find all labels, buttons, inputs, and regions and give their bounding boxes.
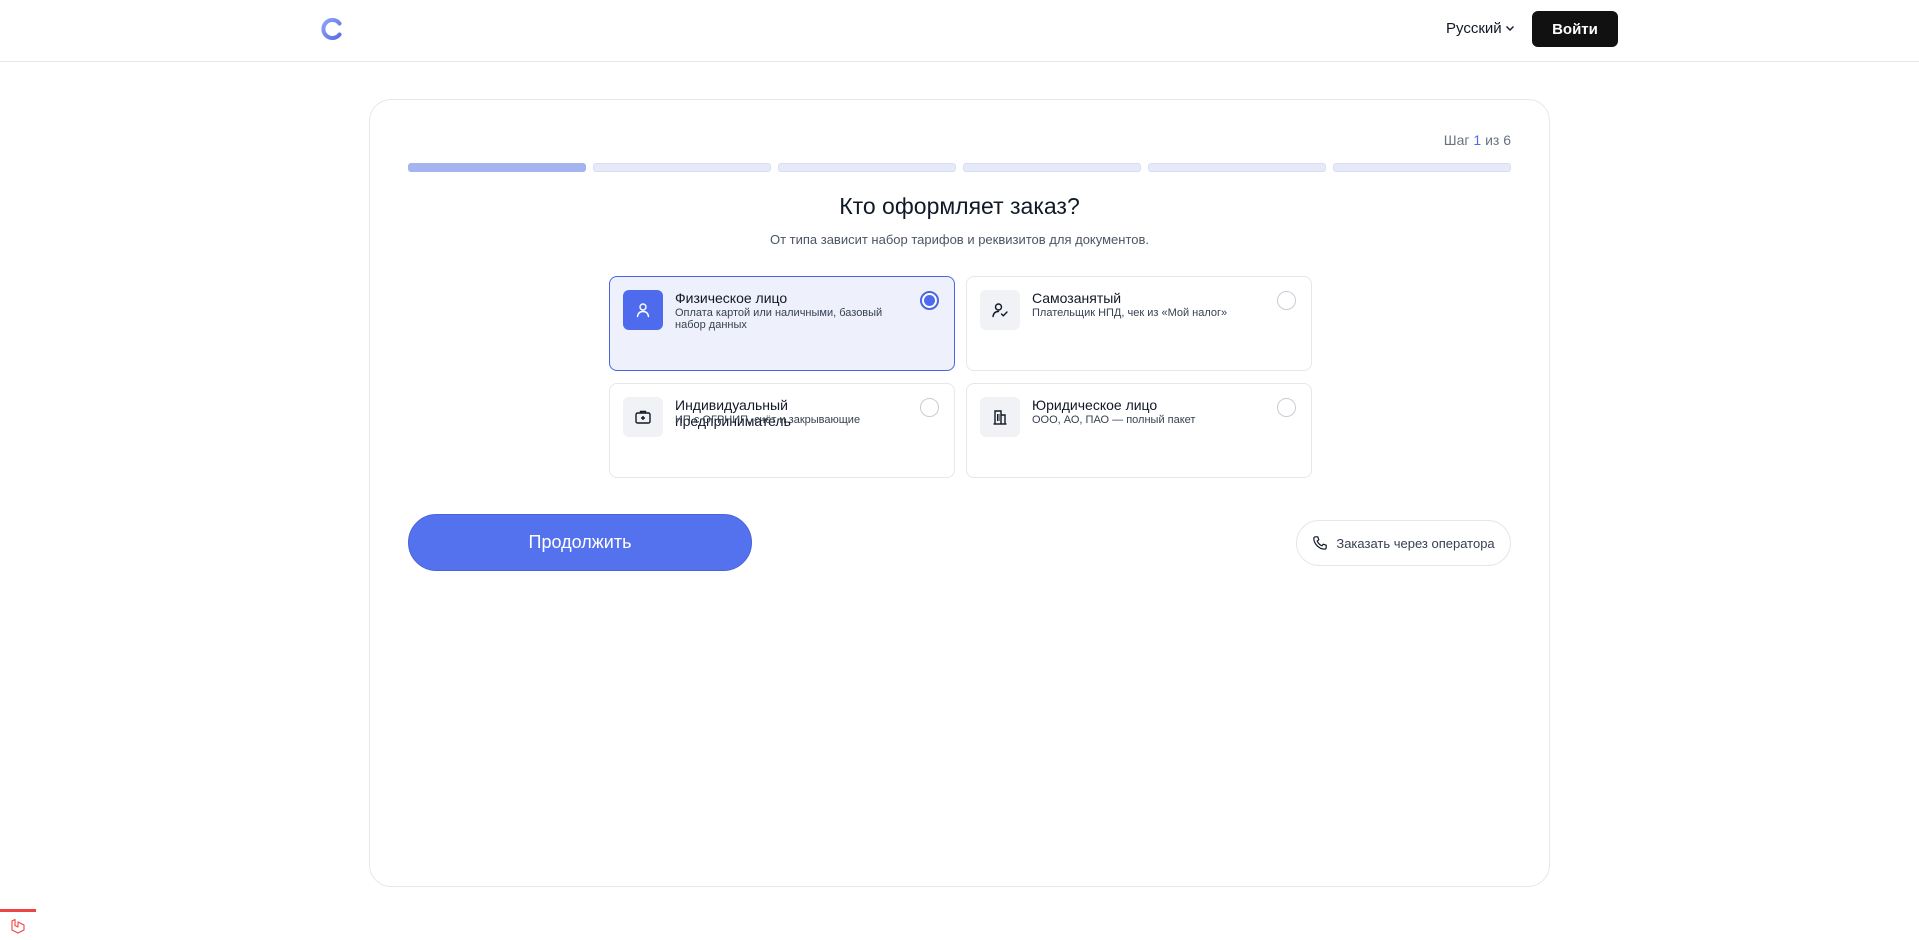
option-description: ИП с ОГРНИП, счёт и закрывающие [675,414,861,426]
top-header: Русский Войти [0,0,1919,62]
user-check-icon [980,290,1020,330]
logo-c-icon[interactable] [319,16,345,42]
progress-segment [593,163,771,172]
option-title: Самозанятый [1032,290,1122,306]
step-current: 1 [1473,132,1482,148]
step-counter: Шаг 1 из 6 [1444,132,1511,148]
option-self-employed[interactable]: Самозанятый Плательщик НПД, чек из «Мой … [966,276,1312,371]
chevron-down-icon [1505,26,1514,31]
order-via-operator-button[interactable]: Заказать через оператора [1296,520,1511,566]
progress-segment [1333,163,1511,172]
option-radio[interactable] [1277,291,1296,310]
step-separator: из [1485,132,1500,148]
option-radio[interactable] [1277,398,1296,417]
login-button[interactable]: Войти [1532,11,1618,47]
step-prefix: Шаг [1443,132,1470,148]
option-title: Физическое лицо [675,290,788,306]
language-selector[interactable]: Русский [1446,18,1515,38]
debug-toolbar-icon[interactable] [0,909,36,940]
phone-icon [1313,536,1328,550]
progress-segment [963,163,1141,172]
progress-segment [408,163,586,172]
page-title: Кто оформляет заказ? [839,193,1080,219]
language-label: Русский [1446,19,1502,37]
continue-button[interactable]: Продолжить [408,514,752,571]
option-description: ООО, АО, ПАО — полный пакет [1032,414,1196,426]
briefcase-plus-icon [623,397,663,437]
page-subtitle: От типа зависит набор тарифов и реквизит… [769,232,1150,247]
building-icon [980,397,1020,437]
option-description: Плательщик НПД, чек из «Мой налог» [1032,307,1228,319]
option-entrepreneur[interactable]: Индивидуальный предприниматель ИП с ОГРН… [609,383,955,478]
progress-segment [1148,163,1326,172]
step-progress-bar [408,163,1511,172]
option-radio[interactable] [920,291,939,310]
option-title: Юридическое лицо [1032,397,1158,413]
option-legal-entity[interactable]: Юридическое лицо ООО, АО, ПАО — полный п… [966,383,1312,478]
option-individual[interactable]: Физическое лицо Оплата картой или наличн… [609,276,955,371]
order-via-operator-label: Заказать через оператора [1336,535,1495,551]
order-wizard-card: Шаг 1 из 6 Кто оформляет заказ? От типа … [369,99,1550,887]
user-icon [623,290,663,330]
option-radio[interactable] [920,398,939,417]
option-description: Оплата картой или наличными, базовый наб… [675,307,883,331]
progress-segment [778,163,956,172]
step-total: 6 [1503,132,1511,148]
